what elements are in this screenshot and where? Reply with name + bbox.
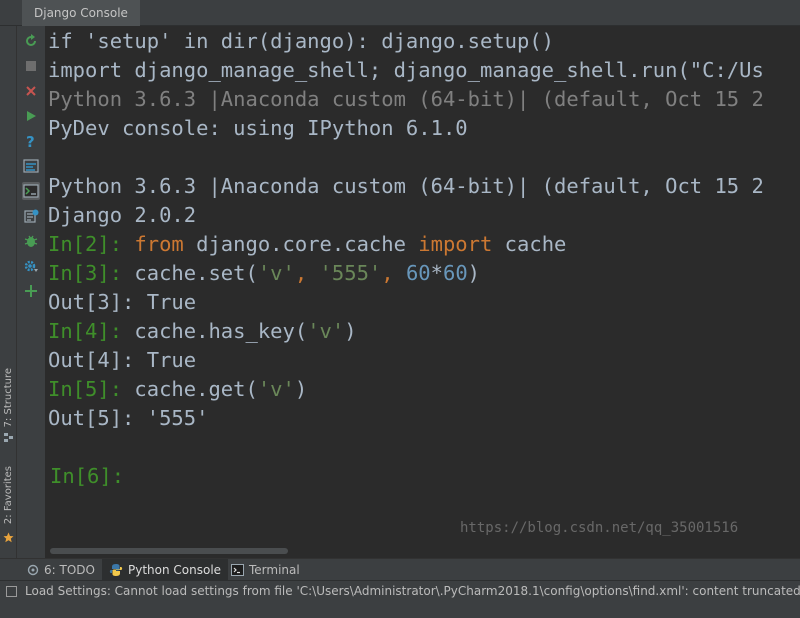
- input-prompt: In[2]:: [48, 232, 135, 256]
- input-line-6[interactable]: In[6]:: [50, 462, 124, 491]
- console-line: Django 2.0.2: [48, 203, 197, 227]
- number-literal: 60: [405, 261, 431, 285]
- number-literal: 60: [442, 261, 468, 285]
- input-line-5: In[5]: cache.get('v'): [48, 375, 307, 404]
- settings-button[interactable]: [22, 257, 40, 275]
- tab-django-console[interactable]: Django Console: [22, 0, 140, 26]
- string-literal: 'v': [257, 261, 295, 285]
- star-icon: [3, 532, 14, 543]
- input-line-4: In[4]: cache.has_key('v'): [48, 317, 357, 346]
- show-variables-button[interactable]: [22, 157, 40, 175]
- structure-tool-button[interactable]: 7: Structure: [2, 368, 15, 427]
- history-button[interactable]: [22, 207, 40, 225]
- tab-label: Terminal: [249, 563, 300, 577]
- input-prompt: In[5]:: [48, 377, 135, 401]
- execute-button[interactable]: [22, 107, 40, 125]
- keyword: import: [418, 232, 493, 256]
- structure-icon: [4, 433, 13, 442]
- code-text: cache.set(: [134, 261, 258, 285]
- debug-button[interactable]: [22, 232, 40, 250]
- code-text: ): [344, 319, 357, 343]
- terminal-icon: [231, 564, 244, 576]
- code-text: cache.has_key(: [134, 319, 308, 343]
- bottom-tool-tabs: 6: TODO Python Console Terminal: [0, 558, 800, 581]
- tab-label: 6: TODO: [44, 563, 95, 577]
- rerun-button[interactable]: [22, 32, 40, 50]
- horizontal-scrollbar[interactable]: [50, 548, 288, 554]
- code-text: ): [467, 261, 481, 285]
- editor-tab-bar: Django Console: [0, 0, 800, 26]
- close-console-button[interactable]: [22, 82, 40, 100]
- console-output[interactable]: if 'setup' in dir(django): django.setup(…: [46, 26, 800, 558]
- tab-label: Python Console: [128, 563, 222, 577]
- svg-text:?: ?: [26, 133, 35, 149]
- rerun-icon: [26, 34, 36, 46]
- console-line: Out[5]: '555': [48, 406, 209, 430]
- settings-icon: [24, 260, 38, 272]
- console-line: Out[3]: True: [48, 290, 197, 314]
- run-icon: [27, 111, 36, 121]
- add-icon: [25, 285, 37, 297]
- stop-icon: [26, 61, 36, 71]
- favorites-tool-button[interactable]: 2: Favorites: [2, 466, 15, 524]
- input-line-3: In[3]: cache.set('v', '555', 60*60): [48, 259, 480, 288]
- comma: ,: [294, 261, 320, 285]
- string-literal: '555': [319, 261, 382, 285]
- console-line: if 'setup' in dir(django): django.setup(…: [48, 29, 555, 53]
- watermark: https://blog.csdn.net/qq_35001516: [460, 520, 739, 536]
- console-line: import django_manage_shell; django_manag…: [48, 58, 764, 82]
- close-icon: [26, 86, 36, 96]
- tab-terminal[interactable]: Terminal: [224, 559, 307, 581]
- python-icon: [109, 564, 123, 576]
- console-view-button[interactable]: [22, 182, 40, 200]
- help-icon: ?: [26, 133, 35, 149]
- console-line: PyDev console: using IPython 6.1.0: [48, 116, 468, 140]
- console-line: Out[4]: True: [48, 348, 197, 372]
- debug-icon: [24, 235, 38, 247]
- tool-windows-toggle[interactable]: [6, 586, 17, 597]
- console-icon: [23, 184, 39, 198]
- console-line: Python 3.6.3 |Anaconda custom (64-bit)| …: [48, 174, 764, 198]
- input-prompt: In[3]:: [48, 261, 135, 285]
- tab-todo[interactable]: 6: TODO: [20, 559, 102, 581]
- history-icon: [24, 209, 39, 223]
- string-literal: 'v': [307, 319, 345, 343]
- todo-icon: [27, 564, 39, 576]
- code-text: django.core.cache: [183, 232, 419, 256]
- string-literal: 'v': [257, 377, 295, 401]
- console-line: Python 3.6.3 |Anaconda custom (64-bit)| …: [48, 87, 764, 111]
- keyword: from: [134, 232, 184, 256]
- console-toolbar: ?: [17, 26, 46, 558]
- input-prompt: In[4]:: [48, 319, 135, 343]
- input-prompt: In[6]:: [50, 464, 125, 488]
- code-text: ): [294, 377, 308, 401]
- input-line-2: In[2]: from django.core.cache import cac…: [48, 230, 566, 259]
- comma: ,: [381, 261, 406, 285]
- status-bar: Load Settings: Cannot load settings from…: [0, 580, 800, 618]
- stop-button[interactable]: [22, 57, 40, 75]
- help-button[interactable]: ?: [22, 132, 40, 150]
- status-message[interactable]: Load Settings: Cannot load settings from…: [25, 584, 800, 598]
- code-text: cache.get(: [134, 377, 258, 401]
- operator: *: [430, 261, 443, 285]
- tab-python-console[interactable]: Python Console: [102, 559, 229, 581]
- new-console-button[interactable]: [22, 282, 40, 300]
- left-tool-stripe: 7: Structure 2: Favorites: [0, 26, 17, 558]
- variables-icon: [23, 159, 39, 173]
- code-text: cache: [492, 232, 567, 256]
